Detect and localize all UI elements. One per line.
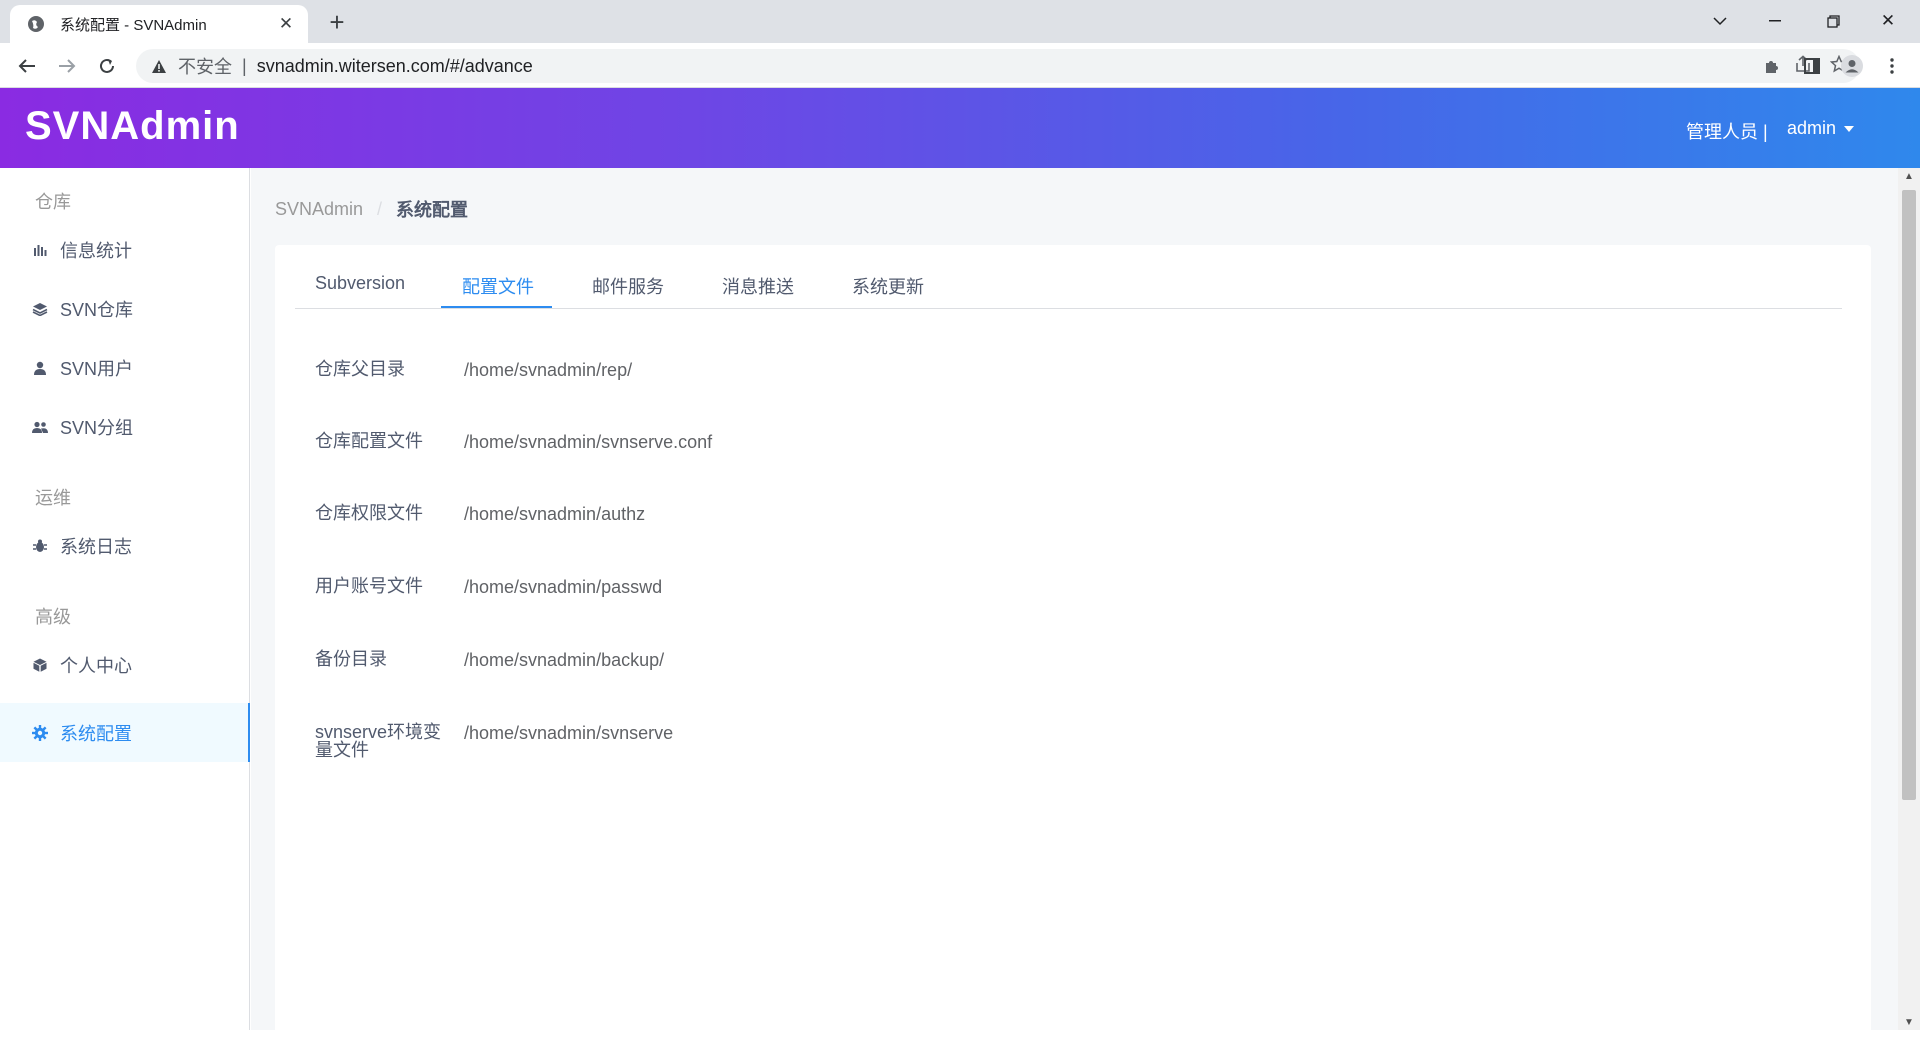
scroll-down-arrow-icon[interactable]: ▼ <box>1898 1014 1920 1030</box>
sidebar-item-label: SVN仓库 <box>60 299 134 320</box>
tab-mail-service[interactable]: 邮件服务 <box>592 273 664 299</box>
breadcrumb-current: 系统配置 <box>396 200 469 220</box>
sidebar-item-personal-center[interactable]: 个人中心 <box>0 635 250 694</box>
config-value-user-account-file: /home/svnadmin/passwd <box>464 577 663 597</box>
active-tab-indicator <box>441 306 552 308</box>
sidebar-item-system-log[interactable]: 系统日志 <box>0 516 250 575</box>
scrollbar-thumb[interactable] <box>1902 190 1916 800</box>
gear-icon <box>30 723 50 743</box>
config-label-repo-authz-file: 仓库权限文件 <box>315 503 423 523</box>
url-text[interactable]: svnadmin.witersen.com/#/advance <box>257 56 533 77</box>
tab-config-files[interactable]: 配置文件 <box>462 273 534 299</box>
config-label-repo-parent-dir: 仓库父目录 <box>315 359 405 379</box>
reload-icon[interactable] <box>92 51 122 81</box>
scroll-up-arrow-icon[interactable]: ▲ <box>1898 168 1920 184</box>
users-icon <box>30 417 50 437</box>
main-content: SVNAdmin / 系统配置 Subversion 配置文件 邮件服务 消息推… <box>251 168 1898 1045</box>
layers-icon <box>30 299 50 319</box>
sidebar-item-svn-users[interactable]: SVN用户 <box>0 338 250 397</box>
config-label-backup-dir: 备份目录 <box>315 649 387 669</box>
config-label-repo-config-file: 仓库配置文件 <box>315 431 423 451</box>
config-label-user-account-file: 用户账号文件 <box>315 576 423 596</box>
sidebar-item-svn-groups[interactable]: SVN分组 <box>0 397 250 456</box>
sidebar-item-system-config[interactable]: 系统配置 <box>0 703 250 762</box>
close-window-button[interactable]: ✕ <box>1868 6 1908 36</box>
restore-button[interactable] <box>1813 6 1853 36</box>
breadcrumb-root[interactable]: SVNAdmin <box>275 199 363 220</box>
sidebar: 仓库 信息统计 SVN仓库 SVN用户 SVN分组 运维 系统日志 高级 个人中… <box>0 168 250 1030</box>
app-logo[interactable]: SVNAdmin <box>25 104 240 149</box>
bar-chart-icon <box>30 240 50 260</box>
back-arrow-icon[interactable] <box>12 51 42 81</box>
config-value-repo-parent-dir: /home/svnadmin/rep/ <box>464 360 633 380</box>
sidebar-item-label: 系统配置 <box>60 723 132 744</box>
sidebar-item-label: 信息统计 <box>60 240 132 261</box>
sidebar-item-svn-repos[interactable]: SVN仓库 <box>0 279 250 338</box>
bug-icon <box>30 536 50 556</box>
omnibox-separator: | <box>242 55 247 76</box>
minimize-button[interactable] <box>1755 6 1795 36</box>
config-value-backup-dir: /home/svnadmin/backup/ <box>464 650 665 670</box>
warning-icon[interactable] <box>150 57 168 75</box>
tab-subversion[interactable]: Subversion <box>315 273 405 294</box>
address-bar[interactable]: 不安全 | svnadmin.witersen.com/#/advance <box>136 49 1860 83</box>
sidebar-item-label: SVN分组 <box>60 417 134 438</box>
config-card: Subversion 配置文件 邮件服务 消息推送 系统更新 仓库父目录 /ho… <box>275 245 1871 1045</box>
forward-arrow-icon[interactable] <box>52 51 82 81</box>
tab-system-update[interactable]: 系统更新 <box>852 273 924 299</box>
config-value-repo-config-file: /home/svnadmin/svnserve.conf <box>464 432 713 452</box>
sidebar-group-title: 仓库 <box>35 192 71 212</box>
sidebar-item-label: SVN用户 <box>60 358 134 379</box>
breadcrumb-separator: / <box>377 198 383 219</box>
close-icon[interactable]: ✕ <box>276 14 296 34</box>
config-tabs: Subversion 配置文件 邮件服务 消息推送 系统更新 <box>295 245 1842 309</box>
browser-menu-icon[interactable] <box>1877 51 1907 81</box>
browser-tab[interactable]: 系统配置 - SVNAdmin ✕ <box>10 5 308 43</box>
tab-title: 系统配置 - SVNAdmin <box>60 16 207 34</box>
username-label[interactable]: admin <box>1787 118 1836 139</box>
profile-avatar-icon[interactable] <box>1837 51 1867 81</box>
extensions-puzzle-icon[interactable] <box>1757 51 1787 81</box>
user-icon <box>30 358 50 378</box>
breadcrumb: SVNAdmin / 系统配置 <box>275 196 468 222</box>
globe-icon <box>26 14 46 34</box>
sidebar-item-label: 系统日志 <box>60 536 132 557</box>
sidebar-group-title: 运维 <box>35 488 71 508</box>
header-role-label: 管理人员 | <box>1686 122 1768 142</box>
browser-toolbar: 不安全 | svnadmin.witersen.com/#/advance <box>0 43 1920 88</box>
tab-message-push[interactable]: 消息推送 <box>722 273 794 299</box>
config-label-svnserve-env-file: svnserve环境变量文件 <box>315 722 442 760</box>
browser-tabstrip: 系统配置 - SVNAdmin ✕ + ✕ <box>0 0 1920 43</box>
insecure-label: 不安全 <box>178 57 232 77</box>
caret-down-icon <box>1844 125 1855 132</box>
cube-icon <box>30 655 50 675</box>
sidebar-item-statistics[interactable]: 信息统计 <box>0 220 250 279</box>
side-panel-icon[interactable] <box>1797 51 1827 81</box>
sidebar-group-title: 高级 <box>35 607 71 627</box>
tab-search-button[interactable] <box>1700 6 1740 36</box>
page-scrollbar[interactable]: ▲ ▼ <box>1898 168 1920 1030</box>
config-value-svnserve-env-file: /home/svnadmin/svnserve <box>464 723 674 743</box>
sidebar-item-label: 个人中心 <box>60 655 132 676</box>
app-header: SVNAdmin 管理人员 | admin <box>0 88 1920 168</box>
new-tab-button[interactable]: + <box>325 9 349 35</box>
user-menu-dropdown[interactable]: admin <box>1787 118 1855 139</box>
config-value-repo-authz-file: /home/svnadmin/authz <box>464 504 646 524</box>
